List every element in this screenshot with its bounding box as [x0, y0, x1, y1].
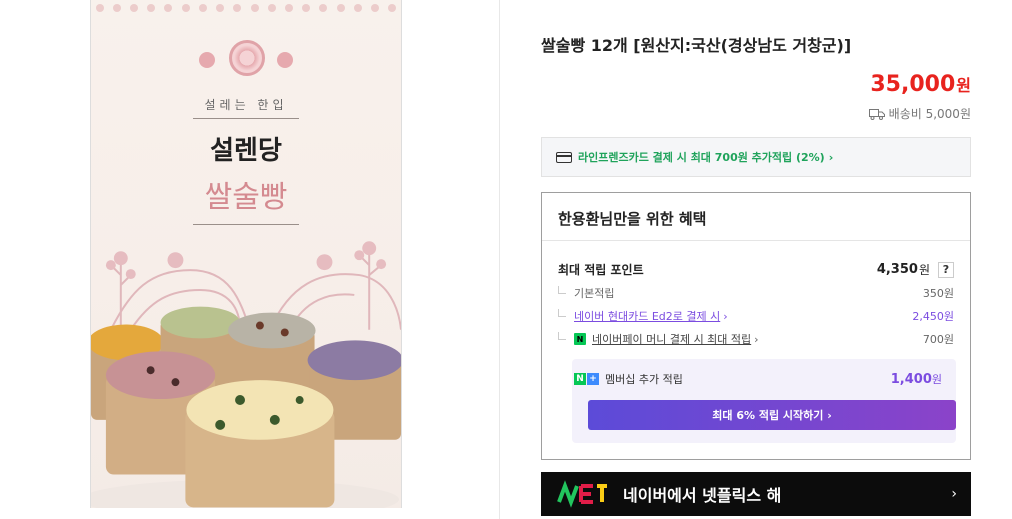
benefit-header: 한용환님만을 위한 혜택: [542, 193, 970, 241]
card-benefit-text: 라인프렌즈카드 결제 시 최대 700원 추가적립 (2%): [578, 151, 825, 164]
membership-start-button[interactable]: 최대 6% 적립 시작하기 ›: [588, 400, 956, 430]
max-points-unit: 원: [918, 263, 930, 277]
npay-icon: N: [574, 333, 586, 345]
credit-card-icon: [556, 151, 572, 163]
rice-cake-photo: [91, 306, 401, 508]
flower-icon: [199, 52, 215, 68]
flower-icon: [277, 52, 293, 68]
chevron-right-icon: ›: [951, 486, 957, 502]
chevron-right-icon: ›: [828, 150, 834, 164]
price-value: 35,000: [870, 72, 956, 97]
decorative-pattern: [91, 4, 401, 16]
card-benefit-link[interactable]: 라인프렌즈카드 결제 시 최대 700원 추가적립 (2%) ›: [541, 137, 971, 177]
benefit-box: 한용환님만을 위한 혜택 최대 적립 포인트 4,350 원 ? 기본적립 35…: [541, 192, 971, 460]
tree-branch-icon: [558, 332, 566, 340]
netflix-banner[interactable]: 네이버에서 넷플릭스 해 ›: [541, 472, 971, 516]
basic-points-value: 350원: [922, 287, 954, 300]
npay-money-row: N 네이버페이 머니 결제 시 최대 적립 › 700원: [558, 331, 954, 347]
price-unit: 원: [956, 76, 971, 95]
product-info: 쌀술빵 12개 [원산지:국산(경상남도 거창군)] 35,000 원 배송비 …: [541, 0, 971, 519]
help-icon[interactable]: ?: [938, 261, 954, 278]
hyundai-card-value: 2,450원: [912, 310, 954, 323]
image-divider: [193, 118, 299, 119]
membership-row: N + 멤버십 추가 적립 1,400원: [572, 371, 956, 387]
truck-icon: [868, 108, 885, 120]
max-points-value: 4,350: [876, 262, 918, 277]
shipping-text: 배송비 5,000원: [888, 107, 971, 121]
membership-box: N + 멤버십 추가 적립 1,400원 최대 6% 적립 시작하기 ›: [572, 359, 956, 443]
max-points-label: 최대 적립 포인트: [558, 263, 644, 277]
naver-plus-icon: N +: [574, 373, 599, 385]
product-image[interactable]: 설레는 한입 설렌당 쌀술빵: [90, 0, 402, 508]
image-brand: 설렌당: [210, 136, 282, 166]
basic-points-row: 기본적립 350원: [558, 285, 954, 301]
basic-points-label: 기본적립: [574, 287, 615, 300]
chevron-right-icon: ›: [754, 332, 759, 346]
hyundai-card-link[interactable]: 네이버 현대카드 Ed2로 결제 시: [574, 308, 720, 324]
product-image-area: 설레는 한입 설렌당 쌀술빵: [0, 0, 500, 519]
max-points-row: 최대 적립 포인트 4,350 원 ?: [558, 261, 954, 278]
image-divider: [193, 224, 299, 225]
membership-label: 멤버십 추가 적립: [605, 373, 683, 386]
membership-value: 1,400원: [890, 372, 942, 387]
chevron-right-icon: ›: [723, 309, 728, 323]
npay-money-link[interactable]: 네이버페이 머니 결제 시 최대 적립: [592, 331, 751, 347]
hyundai-card-row: 네이버 현대카드 Ed2로 결제 시 › 2,450원: [558, 308, 954, 324]
npay-money-value: 700원: [922, 333, 954, 346]
netflix-logo-icon: [557, 480, 607, 508]
product-title: 쌀술빵 12개 [원산지:국산(경상남도 거창군)]: [541, 36, 852, 55]
netflix-banner-text: 네이버에서 넷플릭스 해: [623, 486, 782, 505]
tree-branch-icon: [558, 286, 566, 294]
shipping-info: 배송비 5,000원: [868, 105, 971, 122]
image-subtitle: 설레는 한입: [204, 98, 288, 112]
tree-branch-icon: [558, 309, 566, 317]
emblem-icon: [229, 40, 265, 76]
price: 35,000 원: [870, 72, 971, 97]
image-product-name: 쌀술빵: [204, 180, 288, 215]
